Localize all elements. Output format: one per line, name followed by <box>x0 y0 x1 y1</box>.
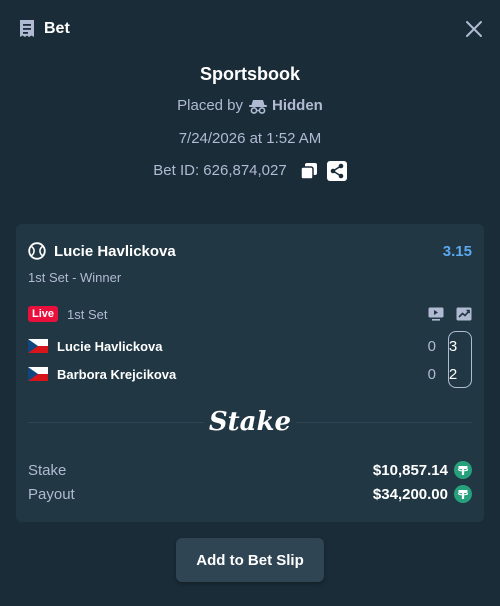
bet-id: Bet ID: 626,874,027 <box>153 162 287 179</box>
live-badge: Live <box>28 306 59 322</box>
add-to-bet-slip-button[interactable]: Add to Bet Slip <box>176 538 324 582</box>
header-title-group: Bet <box>18 19 70 39</box>
market-label: 1st Set - Winner <box>28 270 122 285</box>
bet-date-text: 7/24/2026 at 1:52 AM <box>178 130 322 147</box>
tennis-ball-icon <box>28 242 46 260</box>
tether-icon <box>454 461 472 479</box>
player-sets-score: 0 <box>427 337 436 355</box>
divider-line <box>296 422 472 423</box>
copy-icon <box>299 163 317 180</box>
live-icons <box>428 307 472 321</box>
odds-value: 3.15 <box>442 242 472 260</box>
bet-id-row: Bet ID: 626,874,027 <box>0 160 500 182</box>
bet-meta: Sportsbook Placed by Hidden 7/24/2026 at… <box>0 62 500 182</box>
placed-by-user[interactable]: Hidden <box>249 95 323 117</box>
modal-header: Bet <box>0 0 500 60</box>
bet-card: Lucie Havlickova 3.15 1st Set - Winner L… <box>16 224 484 522</box>
player-row: Lucie Havlickova 0 3 <box>28 336 472 356</box>
bet-date: 7/24/2026 at 1:52 AM <box>0 128 500 150</box>
brand-divider: Stake <box>28 404 472 440</box>
payout-row: Payout $34,200.00 <box>28 484 472 504</box>
incognito-icon <box>249 100 268 114</box>
czech-flag-icon <box>28 339 48 353</box>
live-period: 1st Set <box>67 306 108 322</box>
placed-by-label: Placed by <box>177 97 244 114</box>
stake-label: Stake <box>28 461 67 479</box>
meta-title: Sportsbook <box>199 64 300 84</box>
receipt-icon <box>20 20 34 37</box>
player-games-score: 3 <box>448 337 458 355</box>
stake-value: $10,857.14 <box>372 461 448 479</box>
live-stream-icon[interactable] <box>428 307 444 321</box>
payout-value: $34,200.00 <box>372 485 448 503</box>
stats-chart-icon[interactable] <box>456 307 472 321</box>
player-sets-score: 0 <box>427 365 436 383</box>
player-name: Lucie Havlickova <box>57 338 163 354</box>
player-name: Barbora Krejcikova <box>57 366 177 382</box>
header-title: Bet <box>44 20 70 37</box>
close-icon[interactable] <box>464 19 484 39</box>
player-row: Barbora Krejcikova 0 2 <box>28 364 472 384</box>
share-icon <box>326 161 347 181</box>
live-status-row: Live 1st Set <box>28 305 472 323</box>
outcome-row: Lucie Havlickova 3.15 <box>28 241 472 261</box>
placed-by-user-label: Hidden <box>272 97 323 114</box>
tether-icon <box>454 485 472 503</box>
payout-label: Payout <box>28 485 75 503</box>
copy-button[interactable] <box>299 161 319 181</box>
placed-by-row: Placed by Hidden <box>0 95 500 117</box>
stake-row: Stake $10,857.14 <box>28 460 472 480</box>
player-games-score: 2 <box>448 365 458 383</box>
outcome-name[interactable]: Lucie Havlickova <box>54 243 176 260</box>
share-button[interactable] <box>326 161 347 181</box>
czech-flag-icon <box>28 367 48 381</box>
